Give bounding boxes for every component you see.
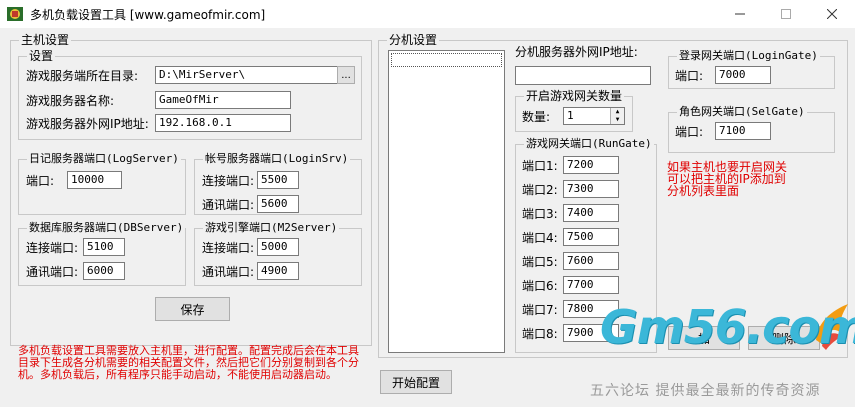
sel-gate-title: 角色网关端口(SelGate) xyxy=(677,105,807,119)
gate-count-label: 数量: xyxy=(522,110,551,124)
run-gate-port-label: 端口8: xyxy=(522,327,558,341)
save-button[interactable]: 保存 xyxy=(155,297,230,321)
log-server-port-input[interactable]: 10000 xyxy=(67,171,122,189)
spin-down-icon[interactable]: ▼ xyxy=(611,116,624,124)
run-gate-port-input[interactable]: 7600 xyxy=(563,252,619,270)
server-ip-input[interactable]: 192.168.0.1 xyxy=(155,114,291,132)
spin-up-icon[interactable]: ▲ xyxy=(611,108,624,116)
login-gate-port-input[interactable]: 7000 xyxy=(715,66,771,84)
run-gate-port-label: 端口5: xyxy=(522,255,558,269)
run-gate-title: 游戏网关端口(RunGate) xyxy=(524,137,654,151)
run-gate-port-label: 端口6: xyxy=(522,279,558,293)
login-gate-title: 登录网关端口(LoginGate) xyxy=(677,49,820,63)
gate-count-spinner[interactable]: ▲ ▼ xyxy=(610,108,624,124)
watermark-subtitle: 五六论坛 提供最全最新的传奇资源 xyxy=(590,383,821,399)
slave-list-selection xyxy=(391,53,502,67)
db-server-conn-label: 连接端口: xyxy=(26,241,79,255)
server-name-label: 游戏服务器名称: xyxy=(26,94,115,108)
slave-list[interactable] xyxy=(388,50,505,353)
close-button[interactable] xyxy=(809,0,855,28)
m2-server-comm-label: 通讯端口: xyxy=(202,265,255,279)
login-srv-title: 帐号服务器端口(LoginSrv) xyxy=(203,152,351,166)
minimize-icon xyxy=(735,13,745,15)
db-server-conn-input[interactable]: 5100 xyxy=(83,238,125,256)
m2-server-title: 游戏引擎端口(M2Server) xyxy=(203,221,340,235)
run-gate-port-input[interactable]: 7500 xyxy=(563,228,619,246)
sel-gate-port-input[interactable]: 7100 xyxy=(715,122,771,140)
log-server-title: 日记服务器端口(LogServer) xyxy=(27,152,181,166)
login-srv-conn-input[interactable]: 5500 xyxy=(257,171,299,189)
title-bar: 多机负载设置工具 [www.gameofmir.com] xyxy=(0,0,855,28)
host-note-text: 多机负载设置工具需要放入主机里，进行配置。配置完成后会在本工具目录下生成各分机需… xyxy=(18,344,359,381)
sel-gate-port-label: 端口: xyxy=(675,125,704,139)
run-gate-port-label: 端口1: xyxy=(522,159,558,173)
minimize-button[interactable] xyxy=(717,0,763,28)
watermark-logo: Gm56.com xyxy=(600,300,855,354)
watermark: Gm56.com 五六论坛 提供最全最新的传奇资源 xyxy=(590,298,855,407)
slave-settings-title: 分机设置 xyxy=(387,33,440,47)
app-icon xyxy=(7,7,23,21)
login-gate-port-label: 端口: xyxy=(675,69,704,83)
m2-server-conn-input[interactable]: 5000 xyxy=(257,238,299,256)
run-gate-port-label: 端口4: xyxy=(522,231,558,245)
run-gate-port-label: 端口7: xyxy=(522,303,558,317)
run-gate-port-input[interactable]: 7300 xyxy=(563,180,619,198)
slave-ip-label: 分机服务器外网IP地址: xyxy=(515,45,638,59)
maximize-icon xyxy=(781,9,791,19)
log-server-port-label: 端口: xyxy=(26,174,55,188)
gate-count-title: 开启游戏网关数量 xyxy=(524,89,625,103)
db-server-title: 数据库服务器端口(DBServer) xyxy=(27,221,186,235)
db-server-comm-label: 通讯端口: xyxy=(26,265,79,279)
start-config-button[interactable]: 开始配置 xyxy=(380,370,452,394)
run-gate-port-input[interactable]: 7400 xyxy=(563,204,619,222)
maximize-button[interactable] xyxy=(763,0,809,28)
run-gate-port-label: 端口2: xyxy=(522,183,558,197)
login-srv-conn-label: 连接端口: xyxy=(202,174,255,188)
login-srv-comm-input[interactable]: 5600 xyxy=(257,195,299,213)
server-dir-label: 游戏服务端所在目录: xyxy=(26,69,139,83)
server-dir-input[interactable]: D:\MirServer\ xyxy=(155,66,338,84)
db-server-comm-input[interactable]: 6000 xyxy=(83,262,125,280)
settings-title: 设置 xyxy=(27,49,56,63)
slave-note-text: 如果主机也要开启网关可以把主机的IP添加到分机列表里面 xyxy=(667,160,788,198)
login-srv-comm-label: 通讯端口: xyxy=(202,198,255,212)
server-name-input[interactable]: GameOfMir xyxy=(155,91,291,109)
run-gate-port-input[interactable]: 7200 xyxy=(563,156,619,174)
gate-count-value: 1 xyxy=(567,109,574,122)
m2-server-comm-input[interactable]: 4900 xyxy=(257,262,299,280)
host-settings-title: 主机设置 xyxy=(19,33,72,47)
close-icon xyxy=(827,9,837,19)
gate-count-input[interactable]: 1 ▲ ▼ xyxy=(563,107,625,125)
run-gate-port-input[interactable]: 7700 xyxy=(563,276,619,294)
run-gate-port-label: 端口3: xyxy=(522,207,558,221)
m2-server-conn-label: 连接端口: xyxy=(202,241,255,255)
server-ip-label: 游戏服务器外网IP地址: xyxy=(26,117,149,131)
browse-button[interactable]: ... xyxy=(337,66,355,84)
slave-ip-input[interactable] xyxy=(515,66,651,85)
window-title: 多机负载设置工具 [www.gameofmir.com] xyxy=(30,8,266,22)
